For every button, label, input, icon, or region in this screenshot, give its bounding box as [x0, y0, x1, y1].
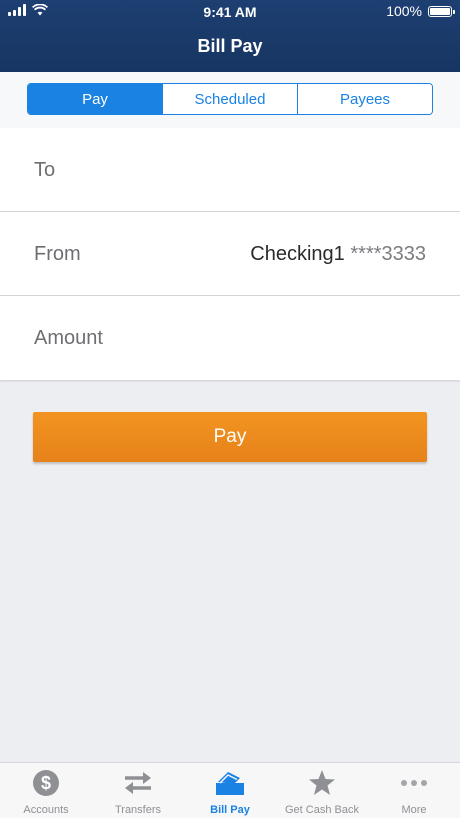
to-row[interactable]: To [0, 128, 460, 212]
svg-text:$: $ [41, 773, 51, 793]
status-bar: 9:41 AM 100% [0, 0, 460, 24]
tab-more[interactable]: More [368, 763, 460, 818]
tab-pay[interactable]: Pay [28, 84, 162, 114]
segmented-control: Pay Scheduled Payees [27, 83, 433, 115]
tab-payees[interactable]: Payees [297, 84, 432, 114]
tab-transfers-label: Transfers [114, 804, 162, 816]
tab-scheduled[interactable]: Scheduled [162, 84, 297, 114]
tab-get-cash-back-label: Get Cash Back [285, 804, 359, 816]
tab-bill-pay-label: Bill Pay [210, 804, 250, 816]
from-account-mask: ****3333 [350, 243, 426, 265]
bill-pay-icon [215, 769, 245, 797]
page-title: Bill Pay [197, 36, 263, 56]
star-icon [307, 769, 337, 797]
from-value: Checking1 ****3333 [250, 212, 426, 296]
amount-label: Amount [34, 327, 103, 349]
tab-transfers[interactable]: Transfers [92, 763, 184, 818]
tab-accounts-label: Accounts [23, 804, 69, 816]
battery-percent: 100% [386, 3, 422, 19]
from-label: From [34, 243, 81, 265]
pay-button[interactable]: Pay [33, 412, 427, 462]
tab-accounts[interactable]: $ Accounts [0, 763, 92, 818]
from-account-name: Checking1 [250, 243, 345, 265]
tab-more-label: More [401, 804, 427, 816]
dollar-coin-icon: $ [31, 769, 61, 797]
from-row[interactable]: From Checking1 ****3333 [0, 212, 460, 296]
battery-icon [428, 5, 455, 17]
more-dots-icon [399, 769, 429, 797]
segment-bar: Pay Scheduled Payees [0, 72, 460, 128]
tab-bill-pay[interactable]: Bill Pay [184, 763, 276, 818]
tab-bar: $ Accounts Transfers Bill Pay Get Cash B… [0, 762, 460, 818]
status-right: 100% [386, 3, 455, 19]
bill-pay-form: To From Checking1 ****3333 Amount [0, 128, 460, 380]
amount-row[interactable]: Amount [0, 296, 460, 380]
transfer-arrows-icon [123, 769, 153, 797]
tab-get-cash-back[interactable]: Get Cash Back [276, 763, 368, 818]
to-label: To [34, 159, 56, 181]
app-header: 9:41 AM 100% Bill Pay [0, 0, 460, 72]
